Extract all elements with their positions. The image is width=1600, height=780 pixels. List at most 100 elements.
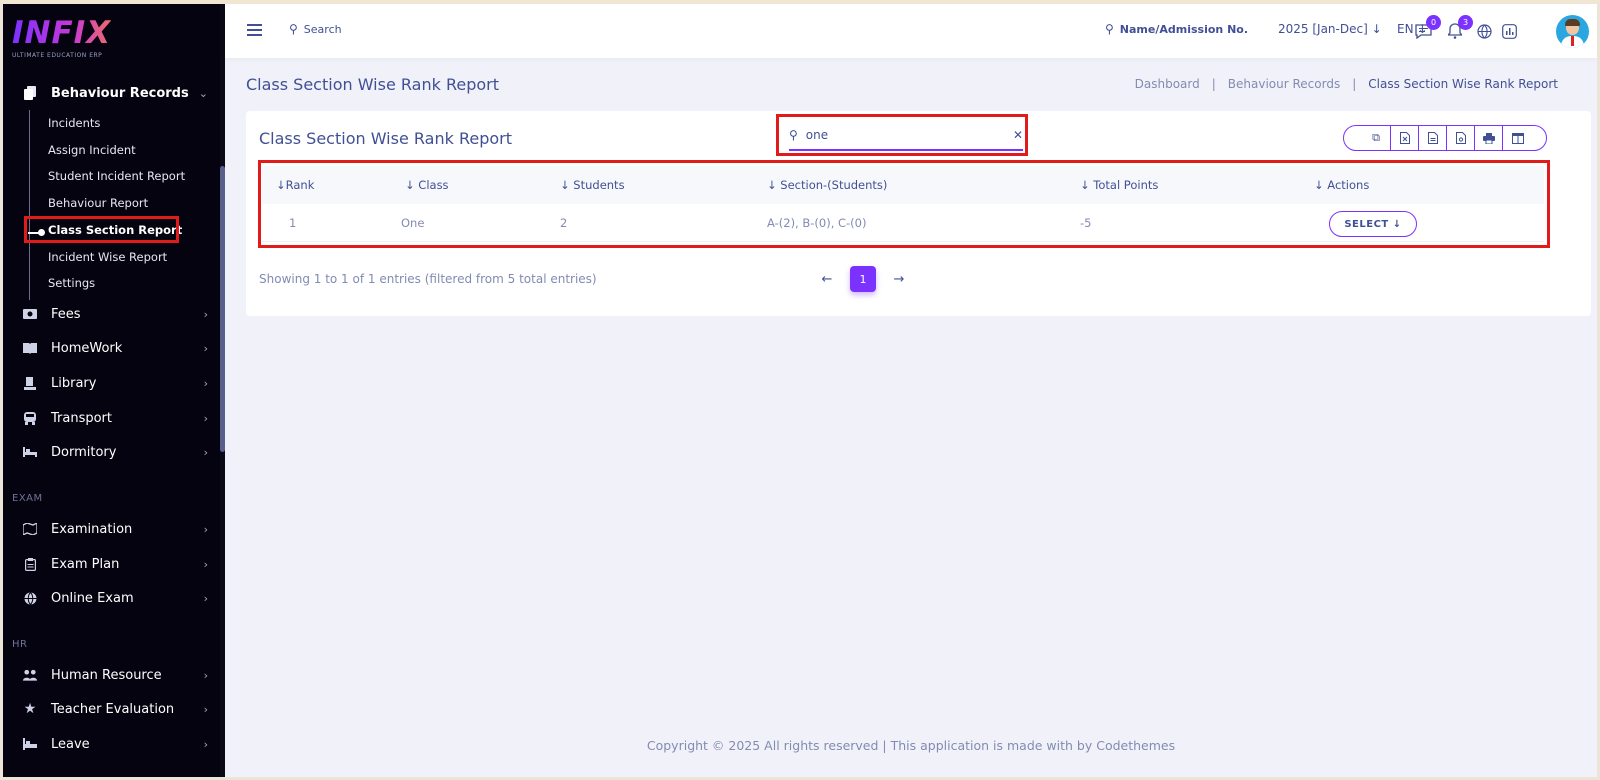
previous-page-icon[interactable]: ← <box>816 266 838 292</box>
sidebar-item-behaviour-records[interactable]: Behaviour Records ⌄ <box>23 82 208 104</box>
column-header-total-points[interactable]: ↓ Total Points <box>1080 178 1158 192</box>
book-icon <box>23 341 37 355</box>
language-value: EN <box>1397 22 1414 36</box>
globe-icon <box>23 591 37 605</box>
table-search-value: one <box>805 128 829 142</box>
breadcrumb-separator: | <box>1352 77 1357 91</box>
breadcrumb-dashboard[interactable]: Dashboard <box>1135 77 1200 91</box>
chevron-right-icon: › <box>203 411 208 425</box>
chat-button[interactable]: 0 <box>1414 15 1441 40</box>
academic-year-select[interactable]: 2025 [Jan-Dec] ↓ <box>1278 22 1382 36</box>
chevron-right-icon: › <box>203 557 208 571</box>
chevron-right-icon: › <box>203 737 208 751</box>
users-icon <box>23 668 37 682</box>
user-avatar[interactable] <box>1556 15 1589 48</box>
logo[interactable]: INFIX ULTIMATE EDUCATION ERP <box>12 16 111 59</box>
sidebar-item-library[interactable]: Library › <box>23 372 208 394</box>
footer-copyright: Copyright © 2025 All rights reserved | T… <box>646 738 1176 753</box>
breadcrumb-current[interactable]: Class Section Wise Rank Report <box>1368 77 1558 91</box>
sidebar-item-fees[interactable]: Fees › <box>23 303 208 325</box>
global-search[interactable]: ⚲ Search <box>289 22 342 36</box>
logo-text: INFIX <box>12 15 112 51</box>
breadcrumb: Dashboard | Behaviour Records | Class Se… <box>1135 77 1558 91</box>
sidebar-subitem-behaviour-report[interactable]: Behaviour Report <box>48 196 148 210</box>
library-icon <box>23 376 37 390</box>
clear-search-icon[interactable]: ✕ <box>1013 128 1023 142</box>
card-title: Class Section Wise Rank Report <box>259 129 512 148</box>
arrow-down-icon: ↓ <box>1392 218 1402 230</box>
avatar-hair <box>1565 19 1580 26</box>
active-indicator <box>28 229 45 236</box>
pdf-button[interactable] <box>1446 126 1474 150</box>
table-search-input[interactable]: ⚲ one ✕ <box>789 121 1023 151</box>
sidebar-scroll-thumb[interactable] <box>220 166 225 452</box>
avatar-tie <box>1571 36 1574 46</box>
print-button[interactable] <box>1474 126 1502 150</box>
sidebar-item-label: HomeWork <box>51 340 123 356</box>
sidebar-item-teacher-evaluation[interactable]: ★ Teacher Evaluation › <box>23 698 208 720</box>
submenu-line <box>29 110 30 300</box>
sidebar-item-homework[interactable]: HomeWork › <box>23 337 208 359</box>
sidebar-item-exam-plan[interactable]: Exam Plan › <box>23 553 208 575</box>
sidebar-subitem-incidents[interactable]: Incidents <box>48 116 100 130</box>
report-card: Class Section Wise Rank Report ⚲ one ✕ ⧉… <box>246 111 1591 316</box>
cell-class: One <box>401 216 425 230</box>
notification-button[interactable]: 3 <box>1446 15 1473 40</box>
sidebar-item-label: Leave <box>51 736 90 752</box>
star-icon: ★ <box>23 701 37 717</box>
chevron-right-icon: › <box>203 307 208 321</box>
sidebar-subitem-assign-incident[interactable]: Assign Incident <box>48 143 136 157</box>
column-header-class[interactable]: ↓ Class <box>405 178 449 192</box>
column-header-rank[interactable]: ↓Rank <box>276 178 314 192</box>
sidebar-item-label: Behaviour Records <box>51 85 189 101</box>
columns-icon <box>1511 132 1524 144</box>
column-header-students[interactable]: ↓ Students <box>560 178 625 192</box>
sidebar-item-label: Examination <box>51 521 133 537</box>
website-button[interactable] <box>1475 22 1493 40</box>
sidebar-subitem-student-incident-report[interactable]: Student Incident Report <box>48 169 185 183</box>
cell-sections: A-(2), B-(0), C-(0) <box>767 216 867 230</box>
sidebar-item-human-resource[interactable]: Human Resource › <box>23 664 208 686</box>
sidebar-item-dormitory[interactable]: Dormitory › <box>23 441 208 463</box>
rank-table: ↓Rank ↓ Class ↓ Students ↓ Section-(Stud… <box>262 166 1544 242</box>
csv-icon <box>1427 132 1438 144</box>
column-header-section-students[interactable]: ↓ Section-(Students) <box>767 178 887 192</box>
search-icon: ⚲ <box>1105 22 1114 36</box>
chat-badge: 0 <box>1426 15 1441 30</box>
leave-icon <box>23 737 37 751</box>
select-action-button[interactable]: SELECT ↓ <box>1329 211 1417 237</box>
breadcrumb-behaviour-records[interactable]: Behaviour Records <box>1228 77 1340 91</box>
menu-toggle-icon[interactable] <box>247 24 262 36</box>
pdf-icon <box>1455 132 1466 144</box>
print-icon <box>1482 132 1495 144</box>
page-number-button[interactable]: 1 <box>850 266 876 292</box>
sidebar-subitem-settings[interactable]: Settings <box>48 276 95 290</box>
next-page-icon[interactable]: → <box>888 266 910 292</box>
sidebar-item-label: Transport <box>51 410 113 426</box>
column-visibility-button[interactable] <box>1502 126 1546 150</box>
column-header-actions[interactable]: ↓ Actions <box>1314 178 1369 192</box>
money-icon <box>23 307 37 321</box>
search-icon: ⚲ <box>289 22 298 36</box>
page-title: Class Section Wise Rank Report <box>246 75 499 94</box>
sidebar-subitem-incident-wise-report[interactable]: Incident Wise Report <box>48 250 167 264</box>
sidebar-item-leave[interactable]: Leave › <box>23 733 208 755</box>
chevron-down-icon: ⌄ <box>198 86 208 100</box>
academic-year-value: 2025 [Jan-Dec] <box>1278 22 1368 36</box>
sidebar-item-online-exam[interactable]: Online Exam › <box>23 587 208 609</box>
chevron-right-icon: › <box>203 591 208 605</box>
sidebar-item-label: Human Resource <box>51 667 162 683</box>
document-icon <box>23 86 37 100</box>
dashboard-stats-button[interactable] <box>1500 22 1518 40</box>
sidebar-item-transport[interactable]: Transport › <box>23 407 208 429</box>
clipboard-icon <box>23 557 37 571</box>
excel-button[interactable] <box>1390 126 1418 150</box>
map-icon <box>23 522 37 536</box>
sidebar-item-examination[interactable]: Examination › <box>23 518 208 540</box>
search-icon: ⚲ <box>789 128 798 142</box>
csv-button[interactable] <box>1418 126 1446 150</box>
sidebar-subitem-class-section-report[interactable]: Class Section Report <box>48 223 182 237</box>
student-search[interactable]: ⚲ Name/Admission No. <box>1105 22 1248 36</box>
pagination: ← 1 → <box>816 266 910 292</box>
copy-button[interactable]: ⧉ <box>1344 126 1390 150</box>
